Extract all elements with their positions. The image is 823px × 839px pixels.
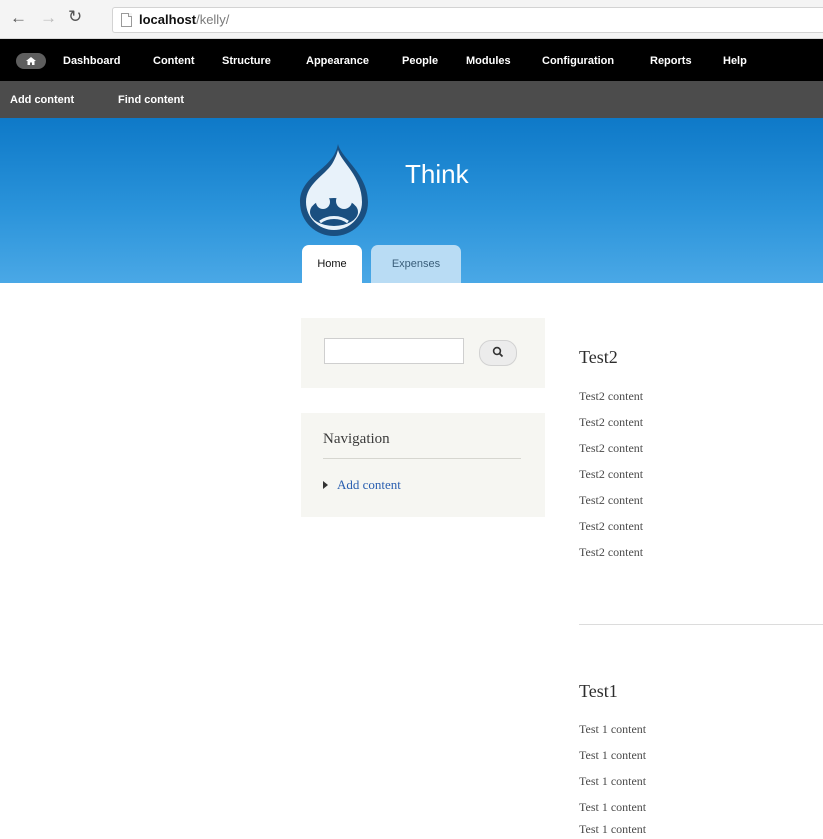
node-body-line: Test2 content — [579, 389, 644, 403]
node-body-line: Test2 content — [579, 545, 644, 559]
node-body-line: Test2 content — [579, 441, 644, 455]
site-header: Think Home Expenses — [0, 118, 823, 283]
navigation-divider — [323, 458, 521, 459]
toolbar-item-dashboard[interactable]: Dashboard — [63, 54, 120, 68]
admin-toolbar: Dashboard Content Structure Appearance P… — [0, 39, 823, 81]
shortcuts-bar: Add content Find content — [0, 81, 823, 118]
toolbar-item-modules[interactable]: Modules — [466, 54, 511, 68]
shortcut-add-content[interactable]: Add content — [10, 93, 74, 107]
reload-icon[interactable]: ↻ — [68, 7, 82, 27]
site-name[interactable]: Think — [405, 158, 469, 190]
node-body-line: Test 1 content — [579, 722, 647, 736]
address-bar[interactable]: localhost/kelly/ — [112, 7, 823, 33]
page-icon — [121, 13, 132, 27]
navigation-link-add-content[interactable]: Add content — [337, 477, 401, 493]
toolbar-item-content[interactable]: Content — [153, 54, 195, 68]
search-block — [301, 318, 545, 388]
url-host: localhost — [139, 12, 197, 27]
drupal-logo-icon[interactable] — [298, 142, 370, 238]
node-divider — [579, 624, 823, 625]
toolbar-item-structure[interactable]: Structure — [222, 54, 271, 68]
navigation-block: Navigation Add content — [301, 413, 545, 517]
toolbar-item-people[interactable]: People — [402, 54, 438, 68]
node-body-line: Test 1 content — [579, 822, 647, 836]
node-title-test2[interactable]: Test2 — [579, 346, 618, 368]
node-body-line: Test2 content — [579, 493, 644, 507]
node-body-line: Test2 content — [579, 519, 644, 533]
browser-toolbar: ← → ↻ localhost/kelly/ — [0, 0, 823, 39]
toolbar-item-help[interactable]: Help — [723, 54, 747, 68]
search-icon — [492, 346, 504, 358]
url-text: localhost/kelly/ — [139, 12, 229, 28]
search-input[interactable] — [324, 338, 464, 364]
tab-expenses[interactable]: Expenses — [371, 245, 461, 283]
search-button[interactable] — [479, 340, 517, 366]
url-path: /kelly/ — [196, 12, 230, 27]
node-body-line: Test2 content — [579, 467, 644, 481]
tab-home[interactable]: Home — [302, 245, 362, 283]
toolbar-item-reports[interactable]: Reports — [650, 54, 692, 68]
toolbar-home-button[interactable] — [16, 53, 46, 69]
node-body-line: Test 1 content — [579, 748, 647, 762]
node-title-test1[interactable]: Test1 — [579, 680, 618, 702]
toolbar-item-configuration[interactable]: Configuration — [542, 54, 614, 68]
navigation-title: Navigation — [323, 431, 390, 447]
forward-arrow-icon[interactable]: → — [40, 8, 57, 28]
shortcut-find-content[interactable]: Find content — [118, 93, 184, 107]
home-icon — [26, 57, 36, 65]
toolbar-item-appearance[interactable]: Appearance — [306, 54, 369, 68]
node-body-line: Test 1 content — [579, 800, 647, 814]
back-arrow-icon[interactable]: ← — [10, 8, 27, 28]
node-body-line: Test 1 content — [579, 774, 647, 788]
bullet-icon — [323, 481, 328, 489]
node-body-line: Test2 content — [579, 415, 644, 429]
